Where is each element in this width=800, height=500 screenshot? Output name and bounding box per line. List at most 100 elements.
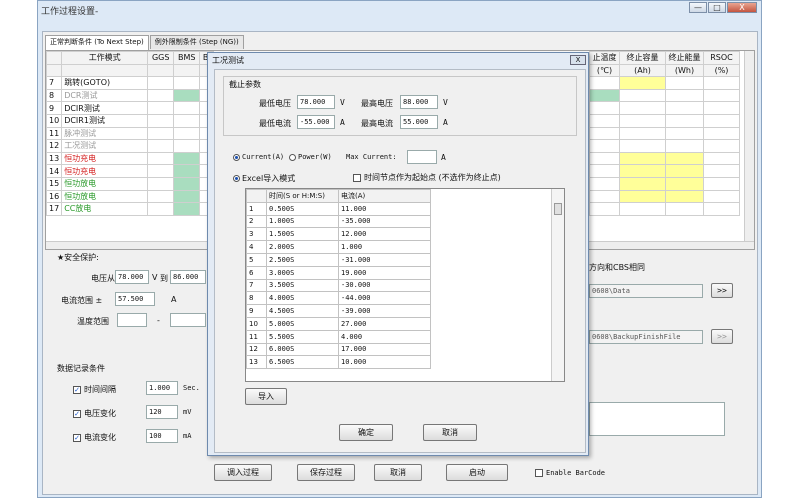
row-bms[interactable] [173,101,201,115]
note-textarea[interactable] [589,402,725,436]
row-bms[interactable] [173,139,201,153]
profile-cell-time[interactable]: 1.000S [266,214,339,229]
table-row[interactable]: 17 CC放电 [46,202,215,216]
browse-backup-path-button[interactable]: >> [711,329,733,344]
row-end-energy[interactable] [665,101,704,115]
profile-scroll-thumb[interactable] [554,203,562,215]
profile-cell-time[interactable]: 2.000S [266,240,339,254]
table-row[interactable]: 12 6.000S 17.000 [246,342,431,357]
save-process-button[interactable]: 保存过程 [297,464,355,481]
table-row[interactable] [589,88,740,103]
row-bms[interactable] [173,126,201,141]
row-end-energy[interactable] [665,189,704,204]
row-end-capacity[interactable] [619,176,666,191]
import-button[interactable]: 导入 [245,388,287,405]
table-row[interactable]: 10 DCIR1测试 [46,113,215,128]
table-row[interactable]: 13 恒功充电 [46,151,215,166]
row-ggs[interactable] [147,101,175,115]
min-current-input[interactable]: -55.000 [297,115,335,129]
table-row[interactable]: 5 2.500S -31.000 [246,252,431,267]
row-bms[interactable] [173,76,201,90]
check-icon[interactable]: ✓ [73,409,81,418]
row-end-capacity[interactable] [619,151,666,166]
table-row[interactable] [589,113,740,128]
profile-cell-current[interactable]: -39.000 [338,304,431,318]
temp-from-input[interactable] [117,313,147,327]
row-ggs[interactable] [147,88,175,103]
table-row[interactable]: 2 1.000S -35.000 [246,214,431,229]
row-bms[interactable] [173,176,201,191]
row-end-temp[interactable] [589,101,620,115]
table-row[interactable]: 3 1.500S 12.000 [246,227,431,242]
min-voltage-input[interactable]: 78.000 [297,95,335,109]
table-row[interactable]: 13 6.500S 10.000 [246,355,431,370]
excel-mode-option[interactable]: Excel导入模式 [233,173,295,184]
profile-cell-current[interactable]: 4.000 [338,329,431,344]
table-row[interactable] [589,189,740,204]
row-end-capacity[interactable] [619,139,666,153]
row-end-capacity[interactable] [619,76,666,90]
tab-normal-conditions[interactable]: 正常判断条件 (To Next Step) [45,35,149,50]
voltage-from-input[interactable]: 78.000 [115,270,149,284]
profile-cell-time[interactable]: 6.000S [266,342,339,357]
check-icon[interactable]: ✓ [73,433,81,442]
max-current-field[interactable] [407,150,437,164]
table-row[interactable]: 14 恒功充电 [46,164,215,178]
timepoint-option[interactable]: 时间节点作为起始点 (不选作为终止点) [353,172,501,183]
row-mode[interactable]: 脉冲测试 [61,126,149,141]
backup-path-field[interactable]: 0608\BackupFinishFile [589,330,703,344]
row-bms[interactable] [173,189,201,204]
profile-cell-time[interactable]: 5.000S [266,316,339,331]
row-end-energy[interactable] [665,88,704,103]
temp-to-input[interactable] [170,313,206,327]
profile-table[interactable]: 时间(S or H:M:S) 电流(A) 1 0.500S 11.000 2 1.000… [245,188,565,382]
row-end-energy[interactable] [665,126,704,141]
row-end-energy[interactable] [665,76,704,90]
row-end-energy[interactable] [665,164,704,178]
row-end-capacity[interactable] [619,202,666,216]
profile-cell-current[interactable]: 27.000 [338,316,431,331]
table-row[interactable]: 7 跳转(GOTO) [46,76,215,90]
profile-scrollbar[interactable] [551,189,564,381]
row-mode[interactable]: 跳转(GOTO) [61,76,149,90]
table-row[interactable] [589,202,740,216]
row-end-capacity[interactable] [619,126,666,141]
row-end-temp[interactable] [589,76,620,90]
row-mode[interactable]: DCR测试 [61,88,149,103]
profile-cell-time[interactable]: 6.500S [266,355,339,370]
row-mode[interactable]: 恒功放电 [61,189,149,204]
profile-cell-time[interactable]: 4.000S [266,291,339,306]
record-value-input[interactable]: 120 [146,405,178,419]
profile-cell-time[interactable]: 1.500S [266,227,339,242]
row-rsoc[interactable] [703,101,740,115]
table-row[interactable]: 15 恒功放电 [46,176,215,191]
row-bms[interactable] [173,151,201,166]
voltage-to-input[interactable]: 86.000 [170,270,206,284]
profile-cell-current[interactable]: -30.000 [338,278,431,293]
load-process-button[interactable]: 调入过程 [214,464,272,481]
profile-cell-time[interactable]: 5.500S [266,329,339,344]
row-end-energy[interactable] [665,202,704,216]
table-row[interactable] [589,76,740,90]
table-row[interactable]: 4 2.000S 1.000 [246,240,431,254]
max-voltage-input[interactable]: 88.000 [400,95,438,109]
profile-cell-current[interactable]: 19.000 [338,265,431,280]
row-rsoc[interactable] [703,113,740,128]
table-row[interactable]: 10 5.000S 27.000 [246,316,431,331]
row-mode[interactable]: 恒功充电 [61,164,149,178]
row-rsoc[interactable] [703,189,740,204]
record-option[interactable]: ✓ 时间间隔 [73,384,116,395]
start-button[interactable]: 启动 [446,464,508,481]
profile-cell-current[interactable]: 10.000 [338,355,431,370]
row-end-capacity[interactable] [619,88,666,103]
row-bms[interactable] [173,202,201,216]
mode-radio-power[interactable]: Power(W) [289,153,332,161]
row-end-capacity[interactable] [619,189,666,204]
row-bms[interactable] [173,88,201,103]
table-row[interactable]: 7 3.500S -30.000 [246,278,431,293]
profile-cell-time[interactable]: 3.500S [266,278,339,293]
table-row[interactable]: 6 3.000S 19.000 [246,265,431,280]
current-range-input[interactable]: 57.500 [115,292,155,306]
row-ggs[interactable] [147,202,175,216]
row-end-energy[interactable] [665,151,704,166]
